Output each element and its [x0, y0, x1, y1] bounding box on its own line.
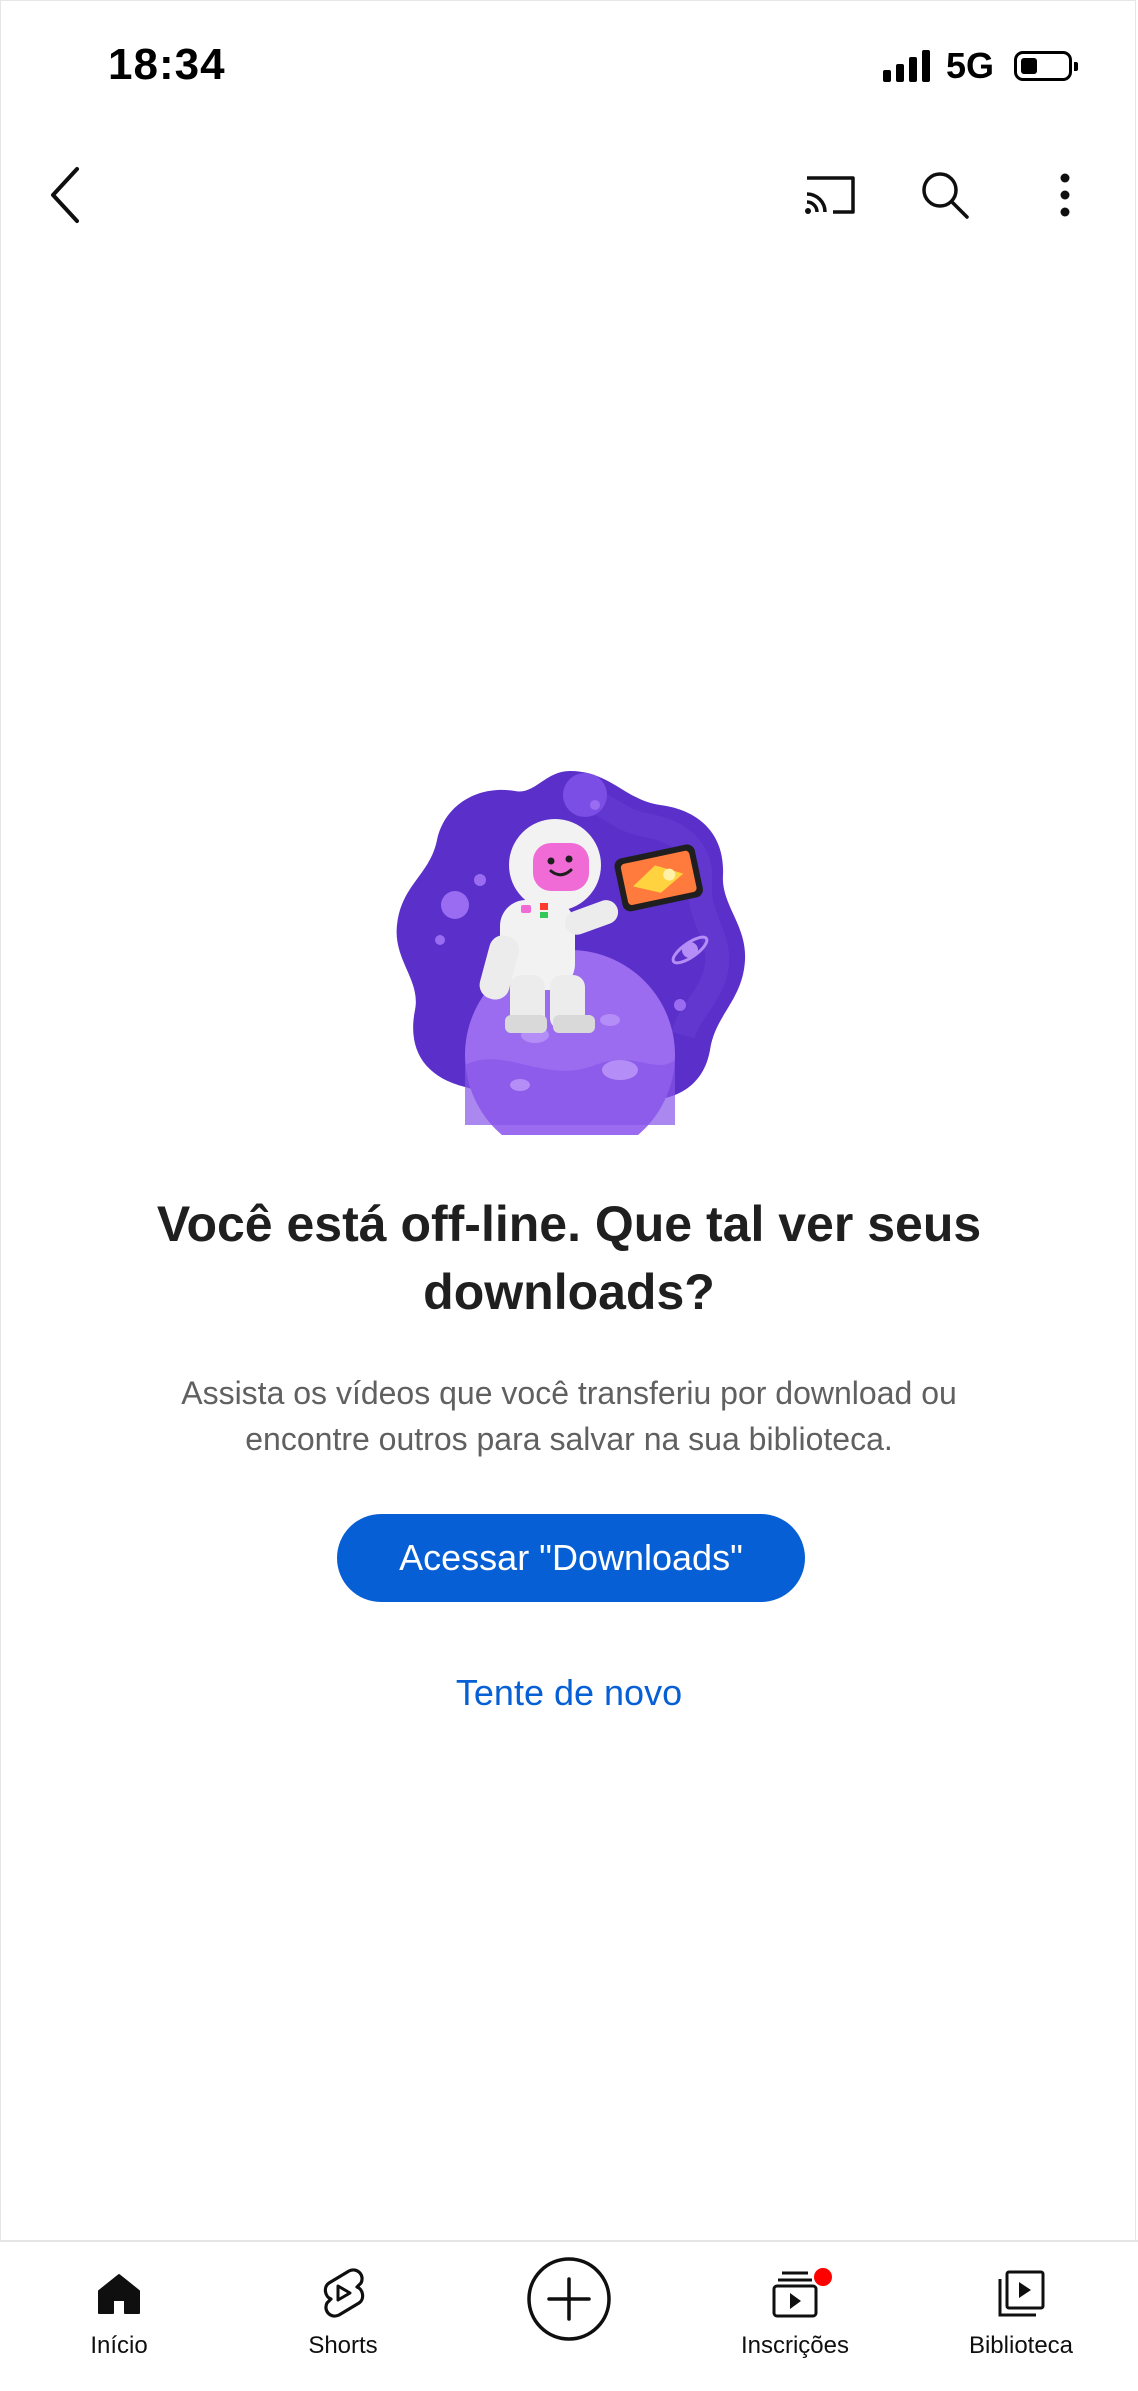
description-line-1: Assista os vídeos que você transferiu po… [181, 1375, 957, 1411]
nav-label-home: Início [90, 2332, 148, 2359]
description-line-2: encontre outros para salvar na sua bibli… [245, 1421, 893, 1457]
offline-illustration [385, 765, 755, 1160]
create-plus-icon [527, 2257, 611, 2341]
nav-label-library: Biblioteca [968, 2332, 1074, 2359]
more-vert-icon [1060, 173, 1070, 217]
battery-icon [1014, 51, 1078, 81]
search-button[interactable] [905, 155, 985, 235]
home-icon [98, 2274, 140, 2314]
search-icon [922, 172, 969, 219]
bottom-navigation: Início Shorts Inscrições Biblioteca [0, 2240, 1138, 2391]
network-label: 5G [945, 45, 994, 86]
status-time: 18:34 [108, 40, 226, 89]
nav-item-shorts[interactable]: Shorts [268, 2264, 418, 2374]
top-toolbar [0, 140, 1138, 260]
status-bar: 18:34 5G [0, 0, 1138, 130]
headline-line-1: Você está off-line. Que tal ver seus [156, 1196, 982, 1252]
more-options-button[interactable] [1025, 155, 1105, 235]
nav-item-subscriptions[interactable]: Inscrições [720, 2264, 870, 2374]
create-button[interactable] [494, 2254, 644, 2364]
nav-item-home[interactable]: Início [44, 2264, 194, 2374]
astronaut-illustration [396, 771, 746, 1160]
notification-dot [812, 2266, 834, 2288]
retry-link[interactable]: Tente de novo [0, 1672, 1138, 1714]
cast-icon [805, 176, 855, 214]
status-indicators: 5G [882, 45, 1078, 86]
headline-line-2: downloads? [423, 1264, 715, 1320]
go-to-downloads-button[interactable]: Acessar "Downloads" [337, 1514, 805, 1602]
cast-button[interactable] [790, 155, 870, 235]
offline-headline: Você está off-line. Que tal ver seus dow… [0, 1190, 1138, 1326]
signal-icon [882, 50, 930, 82]
shorts-icon [323, 2268, 365, 2318]
chevron-left-icon [51, 167, 79, 223]
back-button[interactable] [30, 150, 100, 240]
nav-label-subscriptions: Inscrições [740, 2332, 850, 2359]
library-icon [998, 2270, 1045, 2317]
nav-label-shorts: Shorts [308, 2332, 378, 2359]
nav-item-library[interactable]: Biblioteca [946, 2264, 1096, 2374]
offline-description: Assista os vídeos que você transferiu po… [0, 1370, 1138, 1462]
